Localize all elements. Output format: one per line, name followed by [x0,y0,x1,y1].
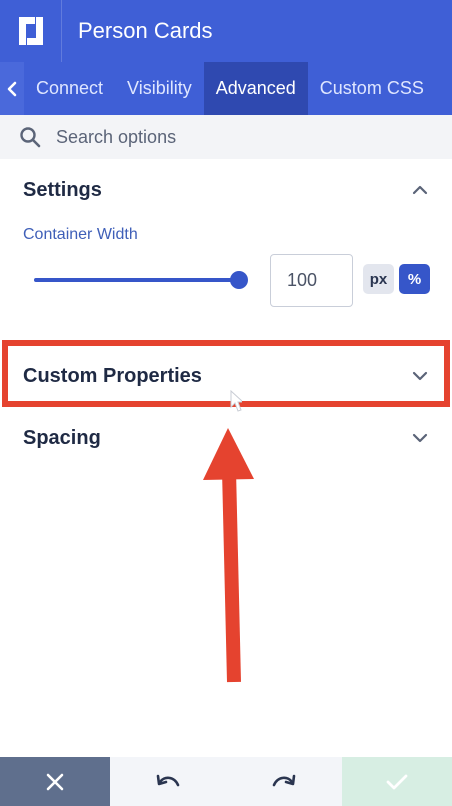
spacing-section-header[interactable]: Spacing [0,416,452,460]
close-icon [46,773,64,790]
logo-icon [18,17,43,45]
search-input[interactable] [56,126,416,148]
chevron-left-icon [7,81,17,96]
chevron-up-icon [412,185,428,195]
app-title: Person Cards [78,18,213,43]
container-width-label: Container Width [23,226,138,243]
tab-connect[interactable]: Connect [24,62,115,115]
chevron-down-icon [412,433,428,443]
close-button[interactable] [0,757,110,806]
redo-button[interactable] [226,757,342,806]
container-width-slider[interactable] [34,268,248,292]
unit-percent-button[interactable]: % [399,264,430,294]
tab-advanced[interactable]: Advanced [203,62,308,115]
undo-button[interactable] [110,757,226,806]
app-header: Person Cards [0,0,452,62]
slider-thumb[interactable] [230,271,248,289]
tab-bar: Connect Visibility Advanced Custom CSS [0,62,452,115]
app-logo[interactable] [0,0,62,62]
tab-visibility[interactable]: Visibility [115,62,204,115]
slider-fill [34,278,239,282]
container-width-input[interactable] [270,254,353,307]
highlight-box [2,340,450,407]
settings-title: Settings [23,178,102,201]
redo-icon [272,774,296,786]
confirm-button[interactable] [342,757,452,806]
unit-px-button[interactable]: px [363,264,394,294]
spacing-title: Spacing [23,426,101,449]
check-icon [386,774,408,789]
footer-bar [0,757,452,806]
settings-section-header[interactable]: Settings [0,168,452,212]
tab-custom-css[interactable]: Custom CSS [308,62,436,115]
mouse-cursor-icon [230,390,242,412]
search-icon [20,127,41,148]
undo-icon [156,774,180,786]
tab-scroll-back[interactable] [0,62,24,115]
search-bar [0,115,452,159]
